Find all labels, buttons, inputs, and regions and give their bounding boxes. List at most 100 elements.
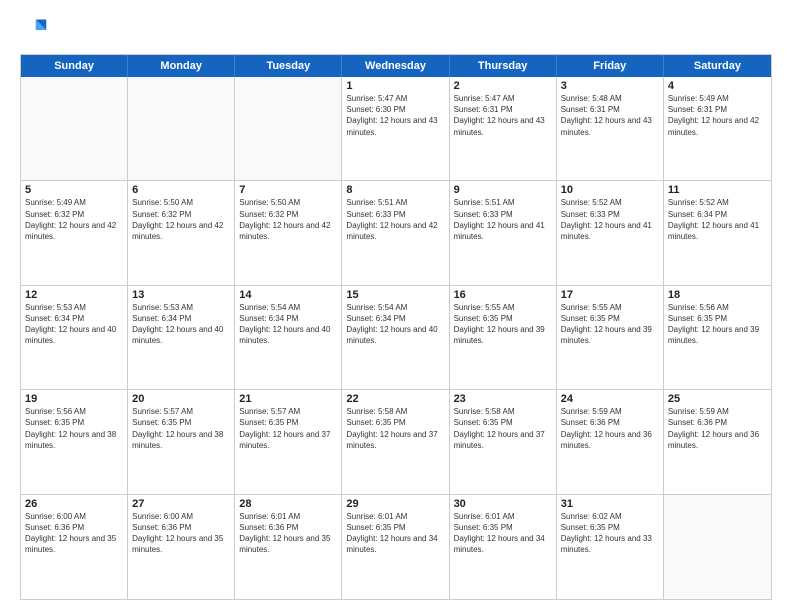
cell-info: Sunrise: 5:47 AM Sunset: 6:30 PM Dayligh… <box>346 93 444 138</box>
day-number: 22 <box>346 393 444 405</box>
day-number: 6 <box>132 184 230 196</box>
calendar-cell: 14Sunrise: 5:54 AM Sunset: 6:34 PM Dayli… <box>235 286 342 389</box>
calendar-cell: 21Sunrise: 5:57 AM Sunset: 6:35 PM Dayli… <box>235 390 342 493</box>
day-number: 2 <box>454 80 552 92</box>
cell-info: Sunrise: 5:55 AM Sunset: 6:35 PM Dayligh… <box>454 302 552 347</box>
calendar-cell: 28Sunrise: 6:01 AM Sunset: 6:36 PM Dayli… <box>235 495 342 599</box>
weekday-header: Saturday <box>664 55 771 77</box>
day-number: 13 <box>132 289 230 301</box>
cell-info: Sunrise: 5:57 AM Sunset: 6:35 PM Dayligh… <box>132 406 230 451</box>
calendar-cell: 15Sunrise: 5:54 AM Sunset: 6:34 PM Dayli… <box>342 286 449 389</box>
weekday-header: Tuesday <box>235 55 342 77</box>
cell-info: Sunrise: 6:00 AM Sunset: 6:36 PM Dayligh… <box>132 511 230 556</box>
calendar-header: SundayMondayTuesdayWednesdayThursdayFrid… <box>21 55 771 77</box>
cell-info: Sunrise: 5:50 AM Sunset: 6:32 PM Dayligh… <box>132 197 230 242</box>
cell-info: Sunrise: 5:53 AM Sunset: 6:34 PM Dayligh… <box>132 302 230 347</box>
calendar-cell: 19Sunrise: 5:56 AM Sunset: 6:35 PM Dayli… <box>21 390 128 493</box>
cell-info: Sunrise: 5:57 AM Sunset: 6:35 PM Dayligh… <box>239 406 337 451</box>
calendar-cell: 7Sunrise: 5:50 AM Sunset: 6:32 PM Daylig… <box>235 181 342 284</box>
day-number: 14 <box>239 289 337 301</box>
calendar-cell: 18Sunrise: 5:56 AM Sunset: 6:35 PM Dayli… <box>664 286 771 389</box>
calendar-cell: 12Sunrise: 5:53 AM Sunset: 6:34 PM Dayli… <box>21 286 128 389</box>
calendar-cell: 20Sunrise: 5:57 AM Sunset: 6:35 PM Dayli… <box>128 390 235 493</box>
cell-info: Sunrise: 5:49 AM Sunset: 6:31 PM Dayligh… <box>668 93 767 138</box>
cell-info: Sunrise: 5:50 AM Sunset: 6:32 PM Dayligh… <box>239 197 337 242</box>
calendar-cell: 13Sunrise: 5:53 AM Sunset: 6:34 PM Dayli… <box>128 286 235 389</box>
day-number: 30 <box>454 498 552 510</box>
cell-info: Sunrise: 5:58 AM Sunset: 6:35 PM Dayligh… <box>346 406 444 451</box>
calendar-cell <box>664 495 771 599</box>
logo <box>20 16 52 44</box>
calendar-cell: 10Sunrise: 5:52 AM Sunset: 6:33 PM Dayli… <box>557 181 664 284</box>
cell-info: Sunrise: 5:55 AM Sunset: 6:35 PM Dayligh… <box>561 302 659 347</box>
header <box>20 16 772 44</box>
cell-info: Sunrise: 5:56 AM Sunset: 6:35 PM Dayligh… <box>668 302 767 347</box>
cell-info: Sunrise: 6:02 AM Sunset: 6:35 PM Dayligh… <box>561 511 659 556</box>
weekday-header: Sunday <box>21 55 128 77</box>
day-number: 18 <box>668 289 767 301</box>
calendar-cell: 25Sunrise: 5:59 AM Sunset: 6:36 PM Dayli… <box>664 390 771 493</box>
cell-info: Sunrise: 5:59 AM Sunset: 6:36 PM Dayligh… <box>668 406 767 451</box>
calendar-cell: 29Sunrise: 6:01 AM Sunset: 6:35 PM Dayli… <box>342 495 449 599</box>
calendar-cell: 26Sunrise: 6:00 AM Sunset: 6:36 PM Dayli… <box>21 495 128 599</box>
cell-info: Sunrise: 5:48 AM Sunset: 6:31 PM Dayligh… <box>561 93 659 138</box>
day-number: 27 <box>132 498 230 510</box>
day-number: 11 <box>668 184 767 196</box>
day-number: 16 <box>454 289 552 301</box>
calendar-cell: 11Sunrise: 5:52 AM Sunset: 6:34 PM Dayli… <box>664 181 771 284</box>
weekday-header: Thursday <box>450 55 557 77</box>
calendar-row: 19Sunrise: 5:56 AM Sunset: 6:35 PM Dayli… <box>21 390 771 494</box>
cell-info: Sunrise: 5:51 AM Sunset: 6:33 PM Dayligh… <box>346 197 444 242</box>
calendar-cell: 23Sunrise: 5:58 AM Sunset: 6:35 PM Dayli… <box>450 390 557 493</box>
calendar-cell: 17Sunrise: 5:55 AM Sunset: 6:35 PM Dayli… <box>557 286 664 389</box>
day-number: 7 <box>239 184 337 196</box>
calendar-cell: 6Sunrise: 5:50 AM Sunset: 6:32 PM Daylig… <box>128 181 235 284</box>
day-number: 26 <box>25 498 123 510</box>
day-number: 28 <box>239 498 337 510</box>
cell-info: Sunrise: 6:01 AM Sunset: 6:35 PM Dayligh… <box>454 511 552 556</box>
day-number: 15 <box>346 289 444 301</box>
calendar-row: 1Sunrise: 5:47 AM Sunset: 6:30 PM Daylig… <box>21 77 771 181</box>
calendar-cell: 9Sunrise: 5:51 AM Sunset: 6:33 PM Daylig… <box>450 181 557 284</box>
day-number: 19 <box>25 393 123 405</box>
cell-info: Sunrise: 6:01 AM Sunset: 6:36 PM Dayligh… <box>239 511 337 556</box>
cell-info: Sunrise: 6:01 AM Sunset: 6:35 PM Dayligh… <box>346 511 444 556</box>
day-number: 29 <box>346 498 444 510</box>
cell-info: Sunrise: 5:49 AM Sunset: 6:32 PM Dayligh… <box>25 197 123 242</box>
day-number: 20 <box>132 393 230 405</box>
weekday-header: Wednesday <box>342 55 449 77</box>
calendar-body: 1Sunrise: 5:47 AM Sunset: 6:30 PM Daylig… <box>21 77 771 599</box>
calendar-cell: 22Sunrise: 5:58 AM Sunset: 6:35 PM Dayli… <box>342 390 449 493</box>
day-number: 21 <box>239 393 337 405</box>
cell-info: Sunrise: 5:52 AM Sunset: 6:33 PM Dayligh… <box>561 197 659 242</box>
weekday-header: Friday <box>557 55 664 77</box>
calendar-row: 26Sunrise: 6:00 AM Sunset: 6:36 PM Dayli… <box>21 495 771 599</box>
day-number: 10 <box>561 184 659 196</box>
cell-info: Sunrise: 5:52 AM Sunset: 6:34 PM Dayligh… <box>668 197 767 242</box>
day-number: 17 <box>561 289 659 301</box>
day-number: 3 <box>561 80 659 92</box>
cell-info: Sunrise: 5:56 AM Sunset: 6:35 PM Dayligh… <box>25 406 123 451</box>
day-number: 23 <box>454 393 552 405</box>
calendar-row: 5Sunrise: 5:49 AM Sunset: 6:32 PM Daylig… <box>21 181 771 285</box>
cell-info: Sunrise: 5:59 AM Sunset: 6:36 PM Dayligh… <box>561 406 659 451</box>
day-number: 1 <box>346 80 444 92</box>
calendar-cell <box>235 77 342 180</box>
calendar-cell: 5Sunrise: 5:49 AM Sunset: 6:32 PM Daylig… <box>21 181 128 284</box>
calendar-cell: 30Sunrise: 6:01 AM Sunset: 6:35 PM Dayli… <box>450 495 557 599</box>
cell-info: Sunrise: 5:54 AM Sunset: 6:34 PM Dayligh… <box>239 302 337 347</box>
day-number: 31 <box>561 498 659 510</box>
calendar-cell: 24Sunrise: 5:59 AM Sunset: 6:36 PM Dayli… <box>557 390 664 493</box>
page: SundayMondayTuesdayWednesdayThursdayFrid… <box>0 0 792 612</box>
cell-info: Sunrise: 6:00 AM Sunset: 6:36 PM Dayligh… <box>25 511 123 556</box>
calendar-cell: 27Sunrise: 6:00 AM Sunset: 6:36 PM Dayli… <box>128 495 235 599</box>
calendar-cell: 31Sunrise: 6:02 AM Sunset: 6:35 PM Dayli… <box>557 495 664 599</box>
day-number: 8 <box>346 184 444 196</box>
calendar-cell <box>128 77 235 180</box>
day-number: 24 <box>561 393 659 405</box>
calendar-cell: 1Sunrise: 5:47 AM Sunset: 6:30 PM Daylig… <box>342 77 449 180</box>
day-number: 5 <box>25 184 123 196</box>
day-number: 25 <box>668 393 767 405</box>
calendar-cell: 16Sunrise: 5:55 AM Sunset: 6:35 PM Dayli… <box>450 286 557 389</box>
cell-info: Sunrise: 5:53 AM Sunset: 6:34 PM Dayligh… <box>25 302 123 347</box>
